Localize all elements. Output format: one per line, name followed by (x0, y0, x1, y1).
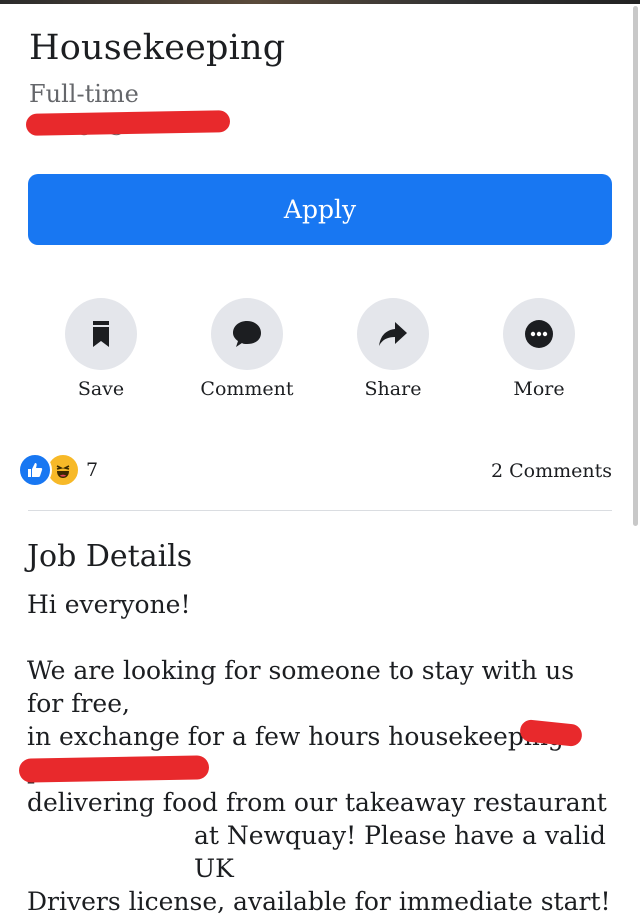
description-line: We are looking for someone to stay with … (27, 656, 575, 718)
save-button[interactable] (65, 298, 137, 370)
bookmark-icon (93, 321, 109, 347)
share-action[interactable]: Share (338, 298, 448, 400)
more-dots-icon (525, 320, 553, 348)
description-line: at Newquay! Please have a valid UK (194, 821, 606, 883)
job-description: We are looking for someone to stay with … (27, 654, 617, 918)
comment-bubble-icon (233, 321, 261, 347)
apply-button[interactable]: Apply (28, 174, 612, 245)
save-action[interactable]: Save (46, 298, 156, 400)
share-arrow-icon (379, 322, 407, 346)
redaction-mark (18, 755, 210, 783)
job-details-greeting: Hi everyone! (27, 590, 191, 619)
description-line: Drivers license, available for immediate… (27, 887, 611, 916)
like-reaction-icon (18, 453, 52, 487)
top-image-strip (0, 0, 640, 4)
job-type: Full-time (29, 80, 139, 108)
description-line: delivering food from our takeaway restau… (27, 788, 607, 817)
scrollbar[interactable] (633, 6, 638, 526)
share-button[interactable] (357, 298, 429, 370)
comment-button[interactable] (211, 298, 283, 370)
save-label: Save (77, 378, 125, 400)
comment-label: Comment (200, 378, 294, 400)
share-label: Share (364, 378, 422, 400)
job-title: Housekeeping (29, 28, 286, 68)
more-button[interactable] (503, 298, 575, 370)
job-details-heading: Job Details (27, 539, 193, 574)
more-label: More (513, 378, 565, 400)
comments-count-link[interactable]: 2 Comments (491, 460, 612, 482)
comment-action[interactable]: Comment (192, 298, 302, 400)
redaction-mark (25, 110, 231, 136)
more-action[interactable]: More (484, 298, 594, 400)
reactions-summary[interactable]: 7 (18, 453, 99, 487)
reaction-count: 7 (86, 459, 99, 481)
section-divider (28, 510, 612, 511)
